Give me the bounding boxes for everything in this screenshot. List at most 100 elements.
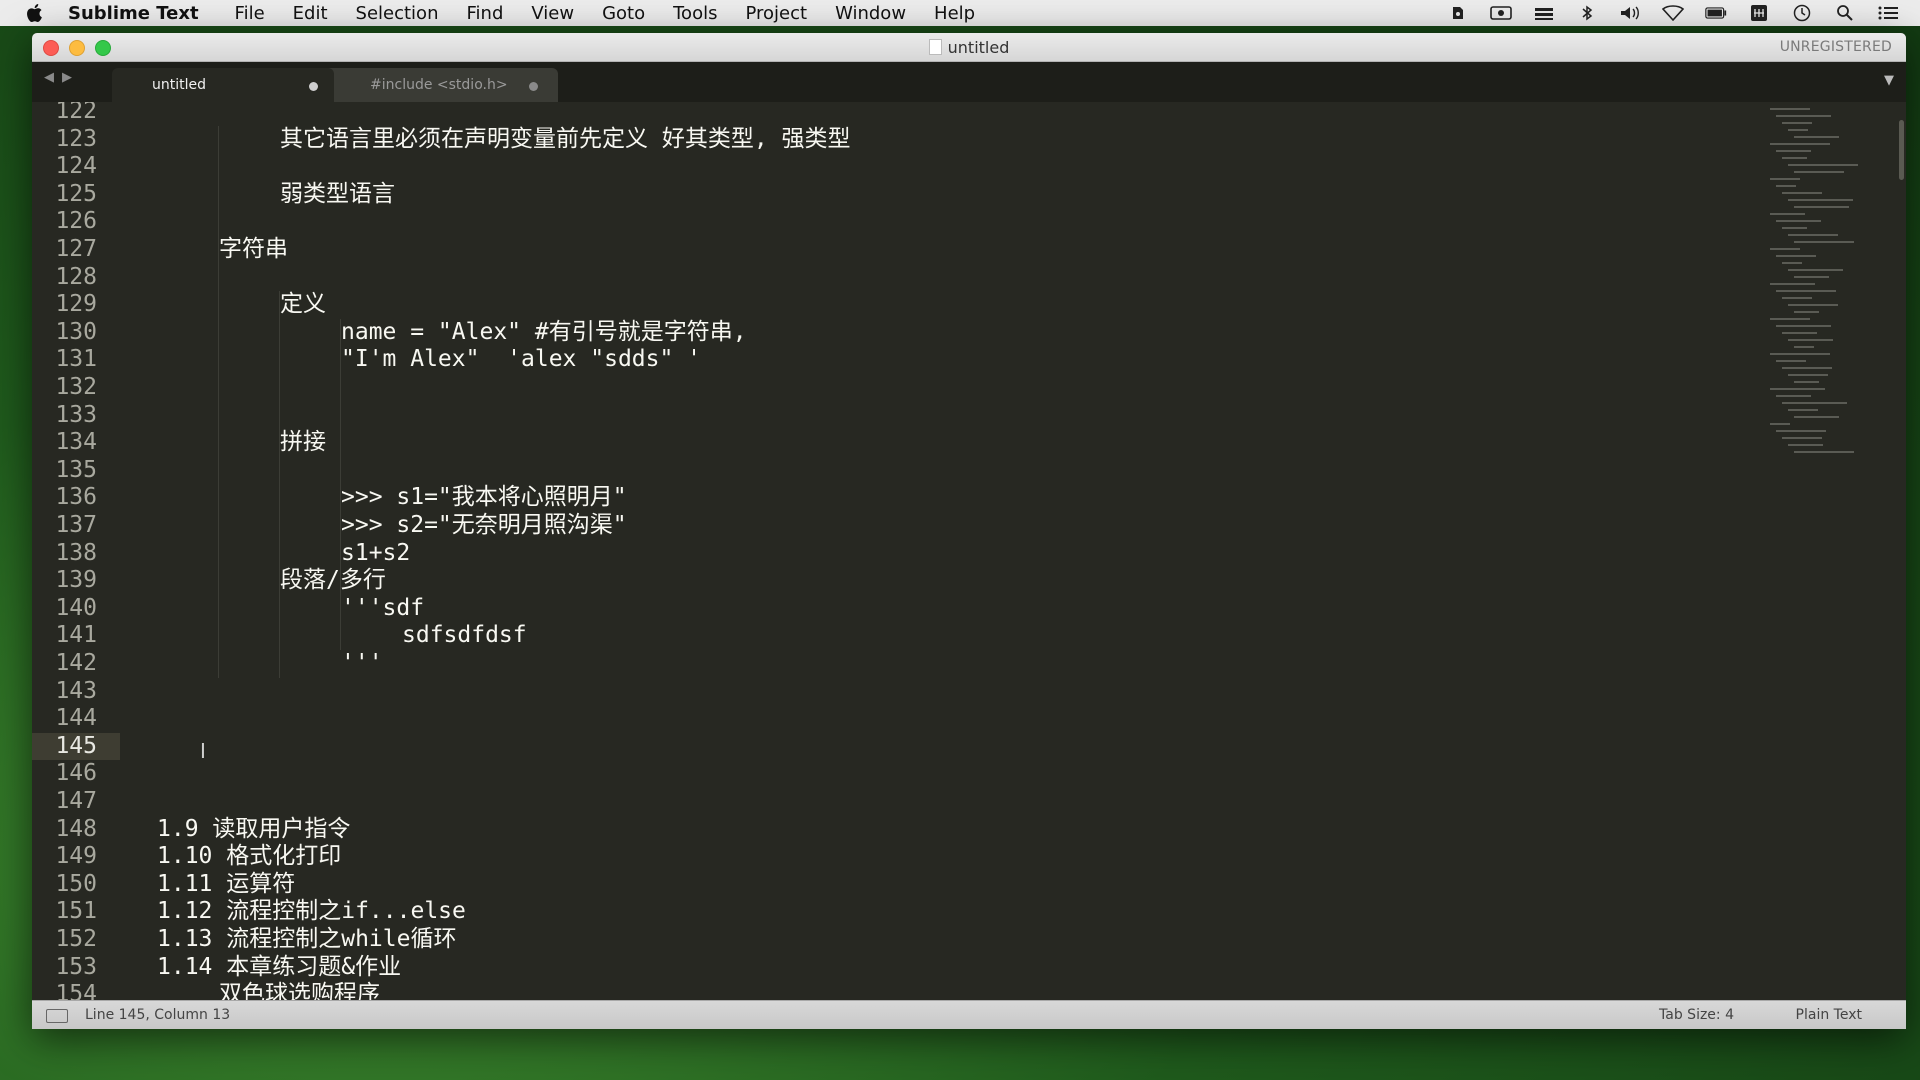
code-line[interactable]: 1.14 本章练习题&作业 bbox=[157, 954, 401, 982]
minimap-line bbox=[1770, 283, 1815, 285]
unsaved-dot-icon[interactable] bbox=[309, 82, 318, 91]
title-bar[interactable]: untitled UNREGISTERED bbox=[32, 33, 1906, 62]
minimap-line bbox=[1782, 332, 1817, 334]
code-line[interactable]: s1+s2 bbox=[341, 540, 410, 568]
code-line[interactable]: 弱类型语言 bbox=[280, 181, 395, 209]
code-line[interactable]: 字符串 bbox=[219, 236, 288, 264]
line-number: 127 bbox=[55, 236, 97, 262]
minimap-line bbox=[1788, 269, 1843, 271]
line-number: 139 bbox=[55, 567, 97, 594]
minimap-line bbox=[1770, 143, 1830, 145]
line-number: 126 bbox=[55, 208, 97, 235]
code-line[interactable]: 段落/多行 bbox=[280, 567, 386, 595]
menu-view[interactable]: View bbox=[531, 3, 574, 24]
battery-icon[interactable] bbox=[1705, 4, 1727, 22]
line-number: 148 bbox=[55, 815, 97, 842]
chevron-right-icon[interactable]: ▶ bbox=[62, 70, 72, 85]
minimap-line bbox=[1788, 164, 1858, 166]
tab-size-selector[interactable]: Tab Size: 4 bbox=[1659, 1007, 1734, 1023]
menu-project[interactable]: Project bbox=[745, 3, 807, 24]
menu-tools[interactable]: Tools bbox=[673, 3, 717, 24]
tab-nav: ◀ ▶ bbox=[44, 70, 72, 85]
chevron-down-icon[interactable]: ▼ bbox=[1884, 73, 1894, 88]
tab-include-stdio[interactable]: #include <stdio.h> bbox=[318, 68, 558, 102]
code-line[interactable]: 双色球选购程序 bbox=[219, 981, 380, 1000]
minimap[interactable] bbox=[1770, 108, 1880, 468]
menu-app-name[interactable]: Sublime Text bbox=[68, 3, 199, 24]
evernote-icon[interactable] bbox=[1447, 4, 1469, 22]
line-number: 123 bbox=[55, 125, 97, 152]
minimap-line bbox=[1794, 311, 1819, 313]
spotlight-icon[interactable] bbox=[1834, 4, 1856, 22]
line-number: 124 bbox=[55, 153, 97, 180]
code-line[interactable]: '''sdf bbox=[341, 595, 424, 623]
line-number: 133 bbox=[55, 401, 97, 428]
volume-icon[interactable] bbox=[1619, 4, 1641, 22]
syntax-selector[interactable]: Plain Text bbox=[1796, 1007, 1862, 1023]
line-number: 125 bbox=[55, 180, 97, 207]
line-number: 150 bbox=[55, 870, 97, 897]
minimap-line bbox=[1788, 129, 1808, 131]
unsaved-dot-icon[interactable] bbox=[529, 82, 538, 91]
menu-help[interactable]: Help bbox=[934, 3, 975, 24]
line-number: 154 bbox=[55, 981, 97, 1000]
minimap-line bbox=[1788, 234, 1838, 236]
stack-icon[interactable] bbox=[1533, 4, 1555, 22]
code-line[interactable]: "I'm Alex" 'alex "sdds" ' bbox=[341, 346, 701, 374]
code-line[interactable]: 1.12 流程控制之if...else bbox=[157, 898, 466, 926]
wifi-icon[interactable] bbox=[1662, 4, 1684, 22]
menu-window[interactable]: Window bbox=[835, 3, 906, 24]
code-line[interactable]: name = "Alex" #有引号就是字符串, bbox=[341, 319, 747, 347]
minimap-line bbox=[1794, 206, 1849, 208]
line-number: 138 bbox=[55, 539, 97, 566]
line-number: 132 bbox=[55, 374, 97, 400]
code-line[interactable]: >>> s2="无奈明月照沟渠" bbox=[341, 512, 627, 540]
registration-label: UNREGISTERED bbox=[1779, 39, 1892, 55]
code-line[interactable]: 1.9 读取用户指令 bbox=[157, 816, 350, 844]
minimap-line bbox=[1794, 381, 1819, 383]
line-number: 142 bbox=[55, 650, 97, 676]
line-number: 128 bbox=[55, 263, 97, 290]
minimap-line bbox=[1776, 150, 1811, 152]
code-line[interactable]: sdfsdfdsf bbox=[402, 622, 527, 650]
minimap-line bbox=[1794, 451, 1854, 453]
minimap-line bbox=[1782, 437, 1822, 439]
code-line[interactable]: 1.11 运算符 bbox=[157, 871, 295, 899]
code-line[interactable]: 拼接 bbox=[280, 429, 326, 457]
menu-file[interactable]: File bbox=[235, 3, 265, 24]
minimap-line bbox=[1782, 122, 1812, 124]
code-line[interactable]: 定义 bbox=[280, 291, 326, 319]
code-view[interactable]: 其它语言里必须在声明变量前先定义 好其类型, 强类型 弱类型语言字符串定义 name… bbox=[126, 102, 1776, 1000]
menu-edit[interactable]: Edit bbox=[293, 3, 328, 24]
minimap-line bbox=[1770, 388, 1825, 390]
notification-center-icon[interactable] bbox=[1877, 4, 1899, 22]
minimap-line bbox=[1788, 199, 1853, 201]
scrollbar-thumb[interactable] bbox=[1899, 120, 1904, 180]
panel-toggle-icon[interactable] bbox=[46, 1009, 68, 1023]
status-bar: Line 145, Column 13 Tab Size: 4 Plain Te… bbox=[32, 1000, 1906, 1029]
menu-find[interactable]: Find bbox=[466, 3, 503, 24]
code-line[interactable]: >>> s1="我本将心照明月" bbox=[341, 484, 627, 512]
minimap-line bbox=[1770, 248, 1800, 250]
input-method-icon[interactable] bbox=[1748, 4, 1770, 22]
code-line[interactable]: 其它语言里必须在声明变量前先定义 好其类型, 强类型 bbox=[280, 126, 851, 154]
minimap-line bbox=[1770, 108, 1810, 110]
code-line[interactable]: 1.13 流程控制之while循环 bbox=[157, 926, 456, 954]
tab-untitled[interactable]: untitled bbox=[112, 68, 334, 102]
apple-icon[interactable] bbox=[24, 2, 46, 24]
menu-selection[interactable]: Selection bbox=[356, 3, 439, 24]
minimap-line bbox=[1794, 171, 1844, 173]
line-number: 122 bbox=[55, 102, 97, 124]
code-line[interactable]: ''' bbox=[341, 650, 383, 678]
minimap-line bbox=[1782, 262, 1802, 264]
tab-label: untitled bbox=[152, 77, 207, 93]
minimap-line bbox=[1788, 339, 1833, 341]
editor-area[interactable]: 122 123 124 125 126 127 128 129 130 131 132 133 134 1… bbox=[32, 102, 1906, 1000]
code-line[interactable]: 1.10 格式化打印 bbox=[157, 843, 341, 871]
line-number: 143 bbox=[55, 677, 97, 704]
bluetooth-icon[interactable] bbox=[1576, 4, 1598, 22]
clock-icon[interactable] bbox=[1791, 4, 1813, 22]
screen-record-icon[interactable] bbox=[1490, 4, 1512, 22]
chevron-left-icon[interactable]: ◀ bbox=[44, 70, 54, 85]
menu-goto[interactable]: Goto bbox=[602, 3, 645, 24]
